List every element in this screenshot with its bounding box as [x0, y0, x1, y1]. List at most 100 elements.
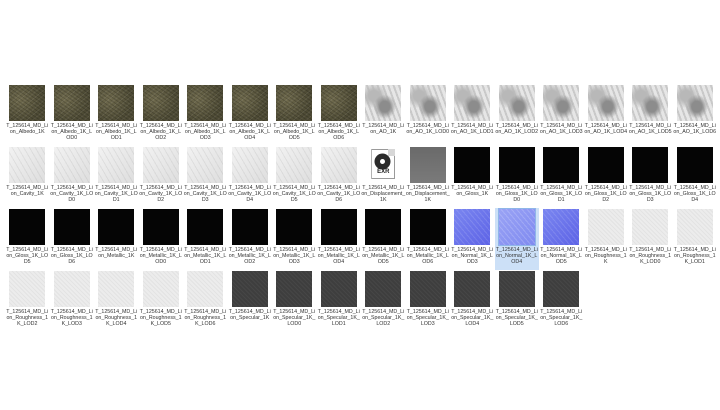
file-item[interactable]: T_125614_MD_Lion_Gloss_1K_LOD6 — [50, 208, 95, 270]
file-item[interactable]: T_125614_MD_Lion_Roughness_1K_LOD4 — [94, 270, 139, 332]
file-item[interactable]: T_125614_MD_Lion_Albedo_1K_LOD0 — [50, 84, 95, 146]
texture-thumbnail — [454, 147, 491, 183]
file-item[interactable]: T_125614_MD_Lion_AO_1K_LOD0 — [406, 84, 451, 146]
file-item[interactable]: T_125614_MD_Lion_Cavity_1K_LOD1 — [94, 146, 139, 208]
texture-thumbnail — [142, 271, 179, 307]
file-name-label: T_125614_MD_Lion_Gloss_1K_LOD1 — [540, 185, 583, 204]
file-item[interactable]: T_125614_MD_Lion_Cavity_1K_LOD2 — [139, 146, 184, 208]
texture-thumbnail — [409, 85, 446, 121]
file-name-label: T_125614_MD_Lion_Specular_1K — [228, 309, 271, 322]
texture-thumbnail — [142, 85, 179, 121]
file-name-label: T_125614_MD_Lion_Specular_1K_LOD2 — [362, 309, 405, 328]
file-item[interactable]: T_125614_MD_Lion_AO_1K_LOD1 — [450, 84, 495, 146]
file-item[interactable]: T_125614_MD_Lion_AO_1K_LOD5 — [628, 84, 673, 146]
file-item[interactable]: T_125614_MD_Lion_Metallic_1K_LOD2 — [228, 208, 273, 270]
file-item[interactable]: T_125614_MD_Lion_Gloss_1K_LOD4 — [673, 146, 718, 208]
file-name-label: T_125614_MD_Lion_Gloss_1K_LOD6 — [50, 247, 93, 266]
file-item[interactable]: T_125614_MD_Lion_AO_1K_LOD3 — [539, 84, 584, 146]
texture-thumbnail — [53, 271, 90, 307]
file-item[interactable]: T_125614_MD_Lion_Cavity_1K — [5, 146, 50, 208]
file-item[interactable]: T_125614_MD_Lion_Specular_1K — [228, 270, 273, 332]
file-item[interactable]: T_125614_MD_Lion_Roughness_1K_LOD2 — [5, 270, 50, 332]
file-item[interactable]: T_125614_MD_Lion_Metallic_1K_LOD1 — [183, 208, 228, 270]
file-name-label: T_125614_MD_Lion_Cavity_1K_LOD0 — [50, 185, 94, 204]
file-item[interactable]: T_125614_MD_Lion_Metallic_1K_LOD5 — [361, 208, 406, 270]
file-item[interactable]: T_125614_MD_Lion_Metallic_1K_LOD3 — [272, 208, 317, 270]
file-item[interactable]: T_125614_MD_Lion_Albedo_1K_LOD2 — [139, 84, 184, 146]
file-name-label: T_125614_MD_Lion_Metallic_1K_LOD5 — [362, 247, 405, 266]
file-item[interactable]: T_125614_MD_Lion_Metallic_1K_LOD6 — [406, 208, 451, 270]
file-item[interactable]: T_125614_MD_Lion_Specular_1K_LOD4 — [450, 270, 495, 332]
file-item[interactable]: T_125614_MD_Lion_Specular_1K_LOD6 — [539, 270, 584, 332]
file-item[interactable]: T_125614_MD_Lion_Roughness_1K_LOD6 — [183, 270, 228, 332]
texture-thumbnail — [409, 147, 446, 183]
file-name-label: T_125614_MD_Lion_Roughness_1K_LOD1 — [673, 247, 716, 266]
file-item[interactable]: T_125614_MD_Lion_Displacement_1K — [406, 146, 451, 208]
texture-thumbnail — [543, 147, 580, 183]
file-item[interactable]: T_125614_MD_Lion_Gloss_1K — [450, 146, 495, 208]
file-item[interactable]: T_125614_MD_Lion_Normal_1K_LOD4 — [494, 208, 539, 270]
file-item[interactable]: T_125614_MD_Lion_Specular_1K_LOD5 — [495, 270, 540, 332]
file-name-label: T_125614_MD_Lion_Specular_1K_LOD4 — [451, 309, 494, 328]
file-item[interactable]: T_125614_MD_Lion_Gloss_1K_LOD0 — [495, 146, 540, 208]
file-item[interactable]: T_125614_MD_Lion_Metallic_1K — [94, 208, 139, 270]
file-item[interactable]: T_125614_MD_Lion_Metallic_1K_LOD0 — [139, 208, 184, 270]
file-item[interactable]: T_125614_MD_Lion_Gloss_1K_LOD2 — [584, 146, 629, 208]
file-item[interactable]: T_125614_MD_Lion_Cavity_1K_LOD6 — [317, 146, 362, 208]
texture-thumbnail — [98, 271, 135, 307]
file-item[interactable]: T_125614_MD_Lion_Albedo_1K — [5, 84, 50, 146]
texture-thumbnail — [320, 271, 357, 307]
texture-thumbnail — [498, 85, 535, 121]
file-name-label: T_125614_MD_Lion_Metallic_1K_LOD6 — [406, 247, 449, 266]
file-item[interactable]: T_125614_MD_Lion_Roughness_1K — [584, 208, 629, 270]
file-item[interactable]: T_125614_MD_Lion_Albedo_1K_LOD4 — [228, 84, 273, 146]
file-item[interactable]: T_125614_MD_Lion_Gloss_1K_LOD3 — [628, 146, 673, 208]
file-name-label: T_125614_MD_Lion_Metallic_1K_LOD1 — [184, 247, 227, 266]
file-item[interactable]: T_125614_MD_Lion_Roughness_1K_LOD3 — [50, 270, 95, 332]
texture-thumbnail — [409, 209, 446, 245]
file-name-label: T_125614_MD_Lion_Gloss_1K_LOD4 — [673, 185, 716, 204]
file-name-label: T_125614_MD_Lion_Gloss_1K_LOD0 — [495, 185, 538, 204]
file-item[interactable]: T_125614_MD_Lion_Gloss_1K_LOD5 — [5, 208, 50, 270]
file-item[interactable]: T_125614_MD_Lion_Cavity_1K_LOD0 — [50, 146, 95, 208]
file-item[interactable]: T_125614_MD_Lion_Normal_1K_LOD5 — [539, 208, 584, 270]
file-item[interactable]: T_125614_MD_Lion_Cavity_1K_LOD4 — [228, 146, 273, 208]
file-item[interactable]: T_125614_MD_Lion_Specular_1K_LOD3 — [406, 270, 451, 332]
file-item[interactable]: T_125614_MD_Lion_Gloss_1K_LOD1 — [539, 146, 584, 208]
file-item[interactable]: T_125614_MD_Lion_AO_1K — [361, 84, 406, 146]
file-name-label: T_125614_MD_Lion_Metallic_1K_LOD4 — [317, 247, 360, 266]
file-item[interactable]: T_125614_MD_Lion_Albedo_1K_LOD6 — [317, 84, 362, 146]
file-item[interactable]: T_125614_MD_Lion_Specular_1K_LOD2 — [361, 270, 406, 332]
file-name-label: T_125614_MD_Lion_Cavity_1K_LOD6 — [317, 185, 361, 204]
texture-thumbnail — [365, 85, 402, 121]
file-name-label: T_125614_MD_Lion_Metallic_1K_LOD3 — [273, 247, 316, 266]
texture-thumbnail — [231, 271, 268, 307]
file-name-label: T_125614_MD_Lion_Albedo_1K — [6, 123, 49, 136]
file-name-label: T_125614_MD_Lion_Albedo_1K_LOD6 — [317, 123, 360, 142]
file-name-label: T_125614_MD_Lion_Cavity_1K_LOD4 — [228, 185, 272, 204]
file-item[interactable]: T_125614_MD_Lion_Specular_1K_LOD1 — [317, 270, 362, 332]
file-item[interactable]: T_125614_MD_Lion_Normal_1K_LOD3 — [450, 208, 495, 270]
file-item[interactable]: T_125614_MD_Lion_Roughness_1K_LOD5 — [139, 270, 184, 332]
file-item[interactable]: EXR T_125614_MD_Lion_Displacement_1K — [361, 146, 406, 208]
texture-thumbnail — [9, 147, 46, 183]
texture-thumbnail — [187, 85, 224, 121]
file-name-label: T_125614_MD_Lion_AO_1K — [362, 123, 405, 136]
file-name-label: T_125614_MD_Lion_Normal_1K_LOD5 — [540, 247, 583, 266]
file-item[interactable]: T_125614_MD_Lion_Roughness_1K_LOD1 — [673, 208, 718, 270]
file-item[interactable]: T_125614_MD_Lion_Roughness_1K_LOD0 — [628, 208, 673, 270]
file-item[interactable]: T_125614_MD_Lion_Specular_1K_LOD0 — [272, 270, 317, 332]
texture-thumbnail — [98, 209, 135, 245]
file-item[interactable]: T_125614_MD_Lion_AO_1K_LOD2 — [495, 84, 540, 146]
file-item[interactable]: T_125614_MD_Lion_Cavity_1K_LOD5 — [272, 146, 317, 208]
file-item[interactable]: T_125614_MD_Lion_Albedo_1K_LOD5 — [272, 84, 317, 146]
file-item[interactable]: T_125614_MD_Lion_Albedo_1K_LOD1 — [94, 84, 139, 146]
file-item[interactable]: T_125614_MD_Lion_AO_1K_LOD4 — [584, 84, 629, 146]
file-item[interactable]: T_125614_MD_Lion_Cavity_1K_LOD3 — [183, 146, 228, 208]
texture-thumbnail — [53, 147, 90, 183]
file-item[interactable]: T_125614_MD_Lion_Metallic_1K_LOD4 — [317, 208, 362, 270]
file-item[interactable]: T_125614_MD_Lion_AO_1K_LOD6 — [673, 84, 718, 146]
file-name-label: T_125614_MD_Lion_AO_1K_LOD2 — [495, 123, 539, 136]
texture-thumbnail — [498, 147, 535, 183]
file-item[interactable]: T_125614_MD_Lion_Albedo_1K_LOD3 — [183, 84, 228, 146]
